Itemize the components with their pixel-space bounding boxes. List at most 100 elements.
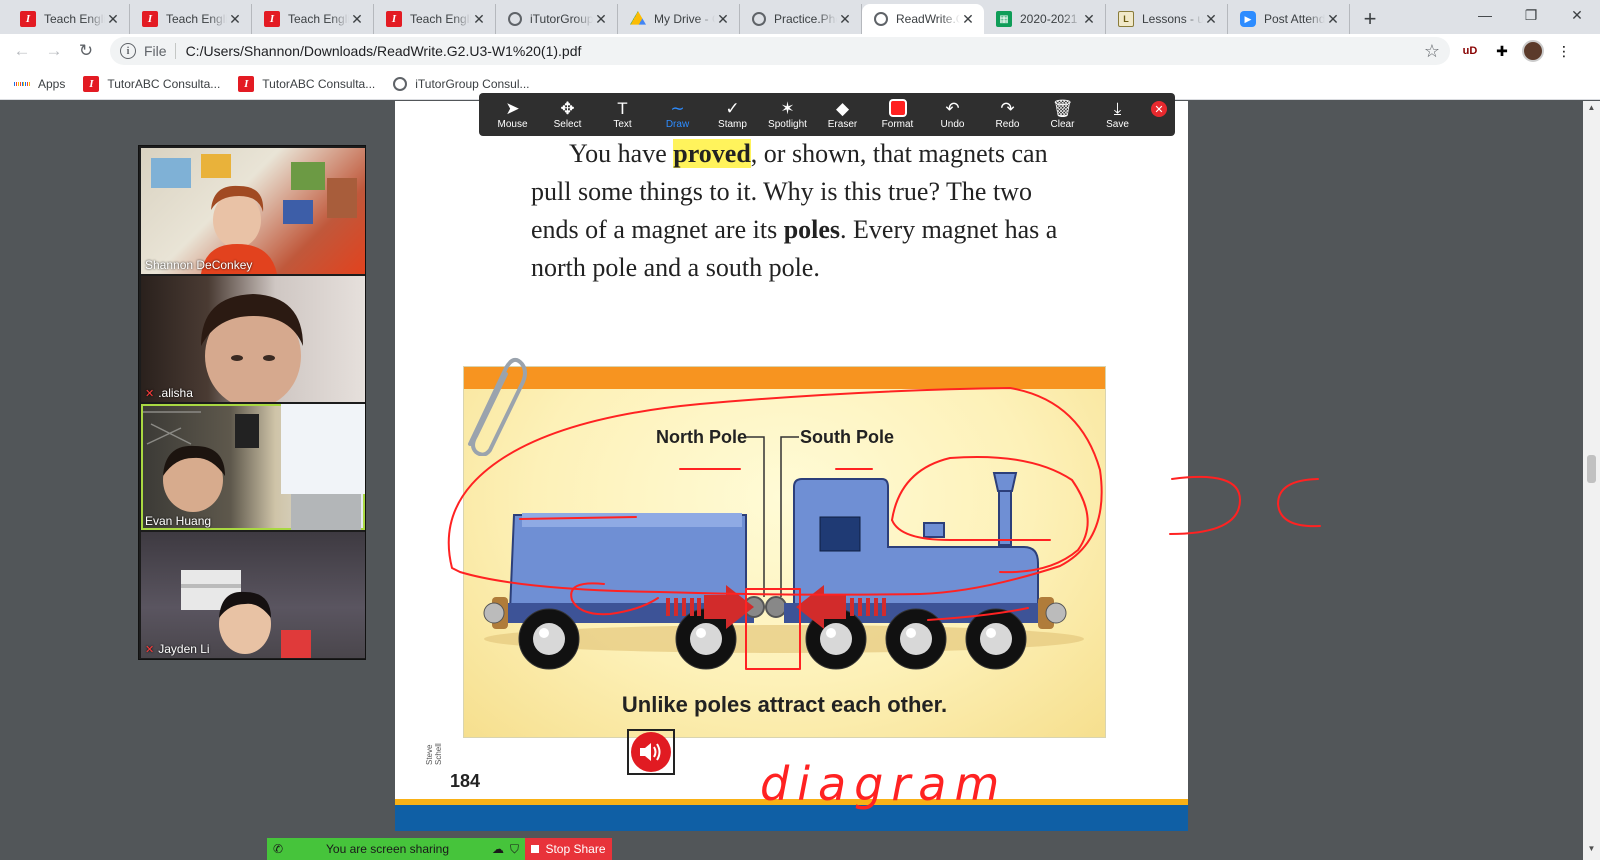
tab[interactable]: Practice.Phonics✕ [740,4,862,34]
annotation-tool-redo[interactable]: ↷ Redo [980,93,1035,136]
annotation-tool-save[interactable]: ⤓ Save [1090,93,1145,136]
profile-avatar[interactable] [1522,40,1544,62]
scroll-down-arrow-icon[interactable]: ▼ [1583,844,1600,858]
reload-button[interactable]: ↻ [72,37,100,65]
close-tab-icon[interactable]: ✕ [1203,11,1219,28]
tab[interactable]: I Teach English✕ [8,4,130,34]
close-window-button[interactable]: ✕ [1554,0,1600,30]
participant-tile[interactable]: ✕ .alisha [141,276,365,402]
tab[interactable]: ▶ Post Attendance✕ [1228,4,1350,34]
page-number: 184 [450,771,481,791]
annotation-tool-stamp[interactable]: ✓ Stamp [705,93,760,136]
close-tab-icon[interactable]: ✕ [227,11,243,28]
annotation-tool-eraser[interactable]: ◆ Eraser [815,93,870,136]
undo-icon: ↶ [945,99,960,118]
magnet-train-illustration: North Pole South Pole Unlike poles attra… [463,366,1106,738]
tab[interactable]: ▦ 2020-2021 ✕ [984,4,1106,34]
tab[interactable]: I Teach English✕ [374,4,496,34]
stop-share-button[interactable]: Stop Share [525,838,612,860]
text-icon: T [617,99,628,118]
bookmark-item[interactable]: I TutorABC Consulta... [238,75,376,92]
eraser-icon: ◆ [835,99,850,118]
globe-icon [874,12,888,26]
globe-icon [752,12,766,26]
annotation-tool-draw[interactable]: ∼ Draw [650,93,705,136]
close-tab-icon[interactable]: ✕ [715,11,731,28]
annotation-tool-clear[interactable]: 🗑 Clear [1035,93,1090,136]
info-icon[interactable]: i [120,43,136,59]
participant-name: Evan Huang [145,514,211,528]
bookmark-item[interactable]: iTutorGroup Consul... [393,76,530,91]
tab[interactable]: I Teach English✕ [252,4,374,34]
annotation-tool-select[interactable]: ✥ Select [540,93,595,136]
close-tab-icon[interactable]: ✕ [105,11,121,28]
url-text[interactable]: C:/Users/Shannon/Downloads/ReadWrite.G2.… [186,43,1424,59]
format-color-icon [888,99,907,117]
extensions-puzzle-icon[interactable]: ✚ [1490,39,1514,63]
share-status-text: You are screen sharing [326,842,450,856]
apps-grid-icon [14,76,31,92]
back-button[interactable]: ← [8,37,36,65]
annotation-tool-undo[interactable]: ↶ Undo [925,93,980,136]
participant-video [143,404,365,530]
minimize-button[interactable]: — [1462,0,1508,30]
ublock-extension-icon[interactable]: uD [1458,39,1482,63]
browser-menu-icon[interactable]: ⋮ [1552,39,1576,63]
tab[interactable]: My Drive - Google Drive✕ [618,4,740,34]
tool-label: Select [553,119,582,130]
cloud-icon: ☁ [491,842,504,856]
tab-active[interactable]: ReadWrite.G2.U3-W1✕ [862,4,984,34]
close-tab-icon[interactable]: ✕ [593,11,609,28]
tab[interactable]: L Lessons - unit✕ [1106,4,1228,34]
close-tab-icon[interactable]: ✕ [349,11,365,28]
video-gallery: Shannon DeConkey ✕ .alisha Evan Huang ✕ Ja… [138,145,366,660]
tutorabc-icon: I [142,11,158,27]
bookmark-label: TutorABC Consulta... [262,76,376,91]
participant-tile[interactable]: Shannon DeConkey [141,148,365,274]
bookmark-item[interactable]: I TutorABC Consulta... [83,75,220,92]
maximize-button[interactable]: ❐ [1508,0,1554,30]
tab-title: My Drive - Google Drive [654,12,715,26]
stop-share-label: Stop Share [545,842,606,856]
redo-icon: ↷ [1000,99,1015,118]
close-tab-icon[interactable]: ✕ [471,11,487,28]
vertical-scrollbar[interactable]: ▲ ▼ [1583,101,1600,860]
participant-tile-active-speaker[interactable]: Evan Huang [141,404,365,530]
share-status: ✆ You are screen sharing ☁ ⛉ [267,838,525,860]
annotation-tool-spotlight[interactable]: ✶ Spotlight [760,93,815,136]
tab-title: Teach English [288,12,349,26]
tool-label: Spotlight [768,119,807,130]
mouse-pointer-icon: ➤ [505,99,520,118]
scrollbar-thumb[interactable] [1587,455,1596,483]
participant-name-text: .alisha [158,386,193,400]
speaker-icon [631,732,671,772]
tutorabc-icon: I [83,75,100,92]
tool-label: Redo [995,119,1020,130]
forward-button[interactable]: → [40,37,68,65]
close-tab-icon[interactable]: ✕ [1325,11,1341,28]
annotation-tool-mouse[interactable]: ➤ Mouse [485,93,540,136]
trash-icon: 🗑 [1051,99,1074,118]
new-tab-button[interactable]: + [1356,4,1384,34]
address-bar[interactable]: i File C:/Users/Shannon/Downloads/ReadWr… [110,37,1450,65]
close-annotation-button[interactable]: ✕ [1151,101,1167,117]
bookmark-item[interactable]: Apps [14,76,65,92]
annotation-tool-format[interactable]: Format [870,93,925,136]
bookmark-star-icon[interactable]: ☆ [1424,41,1440,62]
browser-toolbar: ← → ↻ i File C:/Users/Shannon/Downloads/… [0,34,1600,68]
photo-credit: Steve Schell [425,743,443,765]
close-tab-icon[interactable]: ✕ [837,11,853,28]
tab[interactable]: I Teach English✕ [130,4,252,34]
globe-icon [393,76,408,91]
tab[interactable]: iTutorGroup ✕ [496,4,618,34]
tab-strip: ITeach English✕ITeach English✕ITeach Eng… [0,0,1600,34]
footer-band [395,805,1188,831]
audio-speaker-button[interactable] [627,729,675,775]
participant-tile[interactable]: ✕ Jayden Li [141,532,365,658]
scroll-up-arrow-icon[interactable]: ▲ [1583,103,1600,117]
annotation-tool-text[interactable]: T Text [595,93,650,136]
close-tab-icon[interactable]: ✕ [1081,11,1097,28]
tab-title: Teach English [166,12,227,26]
close-tab-icon[interactable]: ✕ [960,11,976,28]
participant-name: ✕ .alisha [145,386,193,400]
